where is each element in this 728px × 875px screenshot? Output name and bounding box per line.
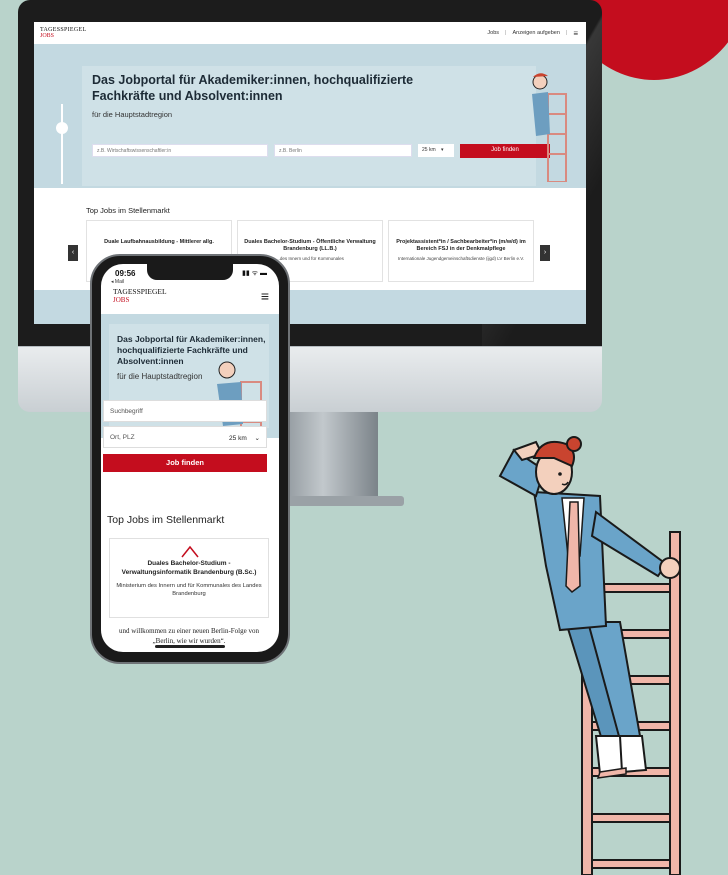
home-indicator [155, 645, 225, 648]
menu-icon[interactable]: ≡ [261, 288, 269, 304]
hero-title: Das Jobportal für Akademiker:innen, hoch… [92, 73, 414, 103]
nav-jobs-link[interactable]: Jobs [487, 30, 499, 36]
hero-subtitle: für die Hauptstadtregion [92, 110, 173, 119]
desktop-radius-select[interactable]: 25 km ▾ [418, 144, 454, 157]
logo-text-bottom: JOBS [113, 296, 130, 304]
phone-radius-select[interactable]: 25 km ⌄ [229, 434, 260, 442]
phone-hero-title: Das Jobportal für Akademiker:innen, hoch… [117, 334, 266, 366]
desktop-location-input[interactable]: z.B. Berlin [274, 144, 412, 157]
employer-logo-icon [181, 545, 199, 558]
job-card-title: Duales Bachelor-Studium - Öffentliche Ve… [244, 239, 376, 252]
climber-illustration-small [532, 73, 567, 182]
back-to-mail-link[interactable]: ◂ Mail [111, 279, 124, 285]
phone-search-input[interactable]: Suchbegriff [103, 400, 267, 422]
status-time: 09:56 [115, 269, 136, 278]
phone-location-input[interactable]: Ort, PLZ 25 km ⌄ [103, 426, 267, 448]
top-jobs-heading: Top Jobs im Stellenmarkt [86, 206, 170, 215]
radius-value: 25 km [229, 435, 247, 442]
desktop-logo[interactable]: TAGESSPIEGEL JOBS [40, 27, 86, 39]
desktop-search-input[interactable]: z.B. Wirtschaftswissenschaftler:in [92, 144, 268, 157]
menu-icon[interactable]: ≡ [573, 29, 578, 38]
radius-value: 25 km [422, 147, 436, 153]
nav-post-ad-link[interactable]: Anzeigen aufgeben [512, 30, 559, 36]
desktop-hero: Das Jobportal für Akademiker:innen, hoch… [34, 44, 586, 224]
chevron-down-icon: ▾ [441, 147, 444, 153]
carousel-prev-button[interactable]: ‹ [68, 245, 78, 261]
tv-tower-icon [56, 104, 68, 184]
phone-notch [147, 264, 233, 280]
carousel-next-button[interactable]: › [540, 245, 550, 261]
phone-screen: 09:56 ◂ Mail ▮▮ ᯤ ▬ TAGESSPIEGEL JOBS ≡ … [101, 264, 279, 652]
job-card-title: Projektassistent*in / Sachbearbeiter*in … [396, 239, 526, 252]
phone-logo[interactable]: TAGESSPIEGEL JOBS [113, 287, 167, 305]
job-card-company: Internationale Jugendgemeinschaftsdienst… [397, 256, 525, 261]
job-card-title: Duale Laufbahnausbildung - Mittlerer all… [104, 239, 214, 245]
phone-top-jobs-heading: Top Jobs im Stellenmarkt [107, 514, 225, 526]
job-card-title: Duales Bachelor-Studium - Verwaltungsinf… [121, 560, 257, 576]
phone-search-button[interactable]: Job finden [103, 454, 267, 472]
nav-separator: | [505, 30, 507, 36]
chevron-down-icon: ⌄ [254, 435, 260, 442]
ladder-climber-illustration [498, 436, 681, 875]
job-card-company: Ministerium des Innern und für Kommunale… [116, 583, 262, 597]
nav-separator: | [565, 30, 568, 36]
logo-text-bottom: JOBS [40, 33, 55, 39]
status-icons: ▮▮ ᯤ ▬ [242, 270, 267, 277]
phone-hero-subtitle: für die Hauptstadtregion [117, 372, 203, 381]
smartphone: 09:56 ◂ Mail ▮▮ ᯤ ▬ TAGESSPIEGEL JOBS ≡ … [90, 254, 290, 664]
desktop-header: TAGESSPIEGEL JOBS Jobs | Anzeigen aufgeb… [34, 22, 586, 44]
logo-text-top: TAGESSPIEGEL [113, 287, 167, 296]
job-card[interactable]: Duales Bachelor-Studium - Verwaltungsinf… [109, 538, 269, 618]
location-placeholder: Ort, PLZ [110, 434, 135, 441]
article-teaser-text: und willkommen zu einer neuen Berlin-Fol… [119, 627, 259, 645]
desktop-nav: Jobs | Anzeigen aufgeben | ≡ [487, 29, 578, 38]
job-card[interactable]: Projektassistent*in / Sachbearbeiter*in … [388, 220, 534, 282]
